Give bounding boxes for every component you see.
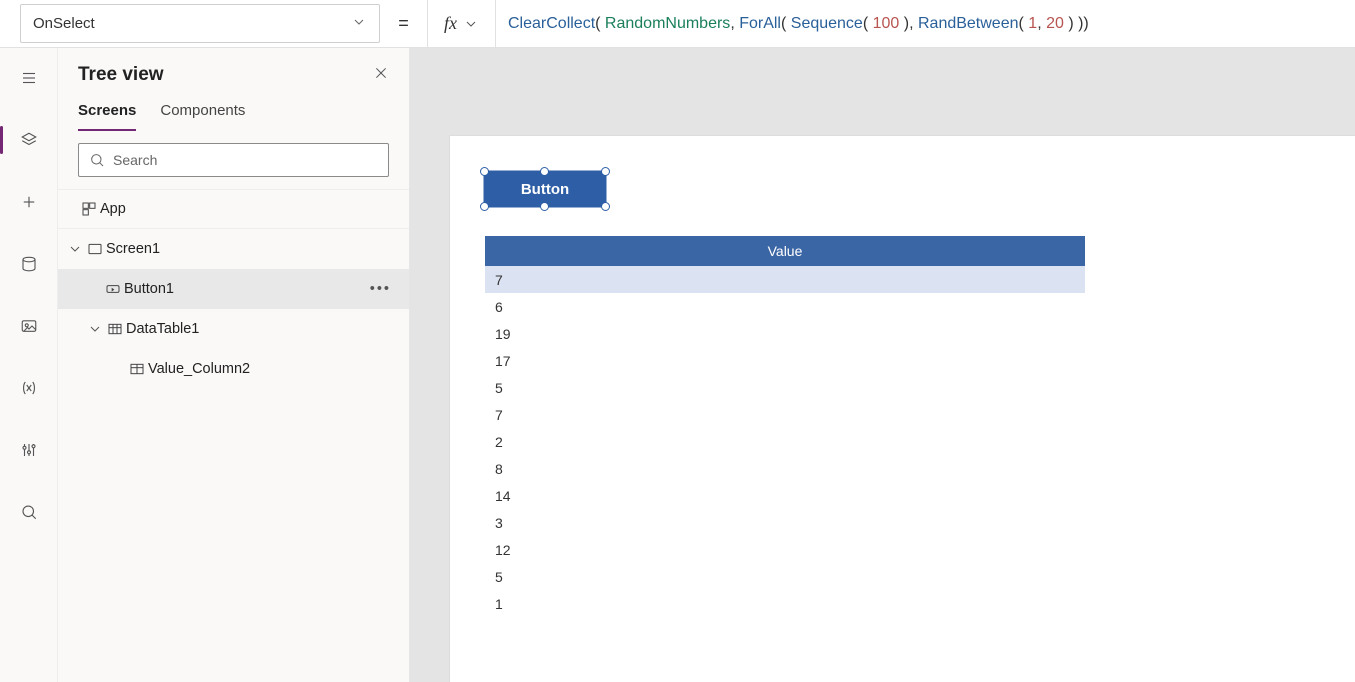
formula-token: ( [595,15,605,33]
formula-token: ForAll [739,15,781,33]
formula-token: RandomNumbers [605,15,730,33]
variables-icon[interactable] [0,368,57,408]
media-icon[interactable] [0,306,57,346]
close-icon[interactable] [373,65,389,86]
datatable-row[interactable]: 5 [485,563,1085,590]
datatable-row[interactable]: 17 [485,347,1085,374]
property-selector[interactable]: OnSelect [20,4,380,43]
datatable-row[interactable]: 12 [485,536,1085,563]
chevron-down-icon [463,16,479,32]
tab-screens[interactable]: Screens [78,94,136,131]
fx-expand-button[interactable]: fx [428,0,496,47]
tree-node-label: Screen1 [106,241,397,257]
tree-node-datatable1[interactable]: DataTable1 [58,309,409,349]
tree-node-label: Value_Column2 [148,361,397,377]
chevron-down-icon [351,14,367,34]
formula-token: Sequence [791,15,863,33]
tree-node-screen1[interactable]: Screen1 [58,229,409,269]
more-icon[interactable]: ••• [370,281,397,297]
datatable-row[interactable]: 6 [485,293,1085,320]
formula-token: ( [863,15,873,33]
search-input[interactable]: Search [78,143,389,177]
datatable-row[interactable]: 3 [485,509,1085,536]
formula-token: ), [899,15,918,33]
datatable-row[interactable]: 5 [485,374,1085,401]
search-icon[interactable] [0,492,57,532]
datatable-row[interactable]: 7 [485,266,1085,293]
datatable-row[interactable]: 8 [485,455,1085,482]
datatable-row[interactable]: 7 [485,401,1085,428]
search-placeholder: Search [113,152,157,168]
hamburger-icon[interactable] [0,58,57,98]
datatable-row[interactable]: 2 [485,428,1085,455]
formula-token: ( [781,15,791,33]
insert-icon[interactable] [0,182,57,222]
tree-node-label: Button1 [124,281,370,297]
tree-node-button1[interactable]: Button1 ••• [58,269,409,309]
tree-node-label: DataTable1 [126,321,397,337]
formula-token: ( [1019,15,1029,33]
screen-canvas[interactable]: Button Value 76191757281431251 [450,136,1355,682]
formula-token: , [730,15,739,33]
canvas-datatable[interactable]: Value 76191757281431251 [485,236,1085,617]
tree-node-value-column[interactable]: Value_Column2 [58,349,409,389]
advanced-tools-icon[interactable] [0,430,57,470]
formula-token: , [1037,15,1046,33]
formula-token: ClearCollect [508,15,595,33]
tree-list: App Screen1 Button1 ••• [58,189,409,682]
chevron-down-icon[interactable] [86,321,104,337]
canvas-area[interactable]: Button Value 76191757281431251 [410,48,1355,682]
data-icon[interactable] [0,244,57,284]
search-icon [89,152,105,168]
tree-node-app[interactable]: App [58,189,409,229]
formula-input[interactable]: ClearCollect( RandomNumbers, ForAll( Seq… [496,0,1355,47]
equals-label: = [380,0,428,47]
formula-bar: OnSelect = fx ClearCollect( RandomNumber… [0,0,1355,48]
canvas-button-control[interactable]: Button [485,172,605,206]
left-rail [0,48,58,682]
table-icon [104,321,126,337]
tree-view-header: Tree view [58,48,409,94]
tab-components[interactable]: Components [160,94,245,131]
chevron-down-icon[interactable] [66,241,84,257]
canvas-button-label: Button [521,181,569,198]
tree-view-panel: Tree view Screens Components Search App [58,48,410,682]
formula-token: RandBetween [918,15,1019,33]
tree-node-label: App [100,201,397,217]
button-icon [102,281,124,297]
screen-icon [84,241,106,257]
datatable-row[interactable]: 1 [485,590,1085,617]
formula-token: 100 [873,15,900,33]
formula-token: 20 [1046,15,1064,33]
main: Tree view Screens Components Search App [0,48,1355,682]
app-icon [78,201,100,217]
column-icon [126,361,148,377]
formula-token: 1 [1028,15,1037,33]
property-selector-value: OnSelect [33,15,95,32]
datatable-header[interactable]: Value [485,236,1085,266]
formula-token: ) )) [1064,15,1089,33]
tree-view-icon[interactable] [0,120,57,160]
tree-view-tabs: Screens Components [58,94,409,131]
datatable-row[interactable]: 19 [485,320,1085,347]
datatable-row[interactable]: 14 [485,482,1085,509]
tree-view-title: Tree view [78,64,164,86]
fx-icon: fx [444,13,457,34]
